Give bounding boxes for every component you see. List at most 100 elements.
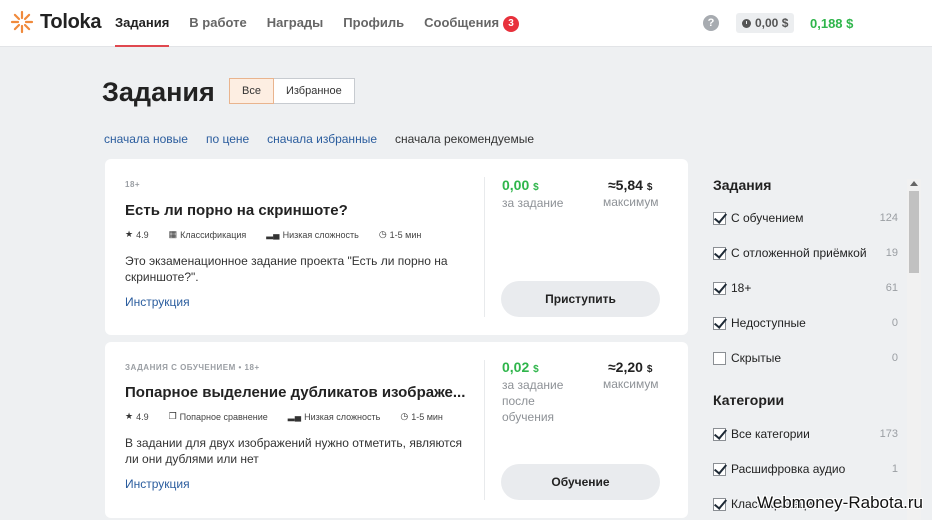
checkbox-unchecked[interactable] — [713, 351, 726, 365]
checkbox-checked[interactable] — [713, 316, 726, 330]
task-max: ≈2,20 $ — [608, 359, 652, 375]
task-category-value: Классификация — [180, 229, 247, 240]
task-difficulty-value: Низкая сложность — [304, 411, 381, 422]
task-max-label: максимум — [603, 377, 659, 391]
task-category: ▦ Классификация — [169, 229, 257, 240]
category-label: Расшифровка аудио — [731, 462, 846, 476]
card-divider — [484, 177, 485, 317]
nav-messages[interactable]: Сообщения 3 — [424, 0, 520, 47]
top-header: Toloka Задания В работе Награды Профиль … — [0, 0, 932, 47]
task-price-currency: $ — [533, 364, 539, 375]
task-max-value: ≈2,20 — [608, 359, 643, 375]
task-tags: ЗАДАНИЯ С ОБУЧЕНИЕМ • 18+ — [125, 363, 260, 372]
main-nav: Задания В работе Награды Профиль Сообщен… — [115, 0, 539, 47]
task-title[interactable]: Есть ли порно на скриншоте? — [125, 202, 348, 219]
category-label: Все категории — [731, 427, 810, 441]
logo-text: Toloka — [40, 10, 102, 33]
task-max-value: ≈5,84 — [608, 177, 643, 193]
copy-icon: ❐ — [168, 411, 177, 421]
category-count: 1 — [891, 463, 898, 475]
scroll-thumb[interactable] — [909, 191, 919, 273]
task-card[interactable]: ЗАДАНИЯ С ОБУЧЕНИЕМ • 18+ Попарное выдел… — [105, 342, 688, 518]
filter-adult[interactable]: 18+ 61 — [713, 279, 898, 297]
pending-balance-value: 0,00 $ — [755, 16, 789, 30]
task-price-label: за задание после обучения — [502, 378, 564, 424]
category-audio-transcription[interactable]: Расшифровка аудио 1 — [713, 460, 898, 478]
categories-heading: Категории — [713, 392, 785, 408]
clock-icon: ◷ — [378, 229, 387, 239]
checkbox-checked[interactable] — [713, 497, 726, 511]
filter-delayed-acceptance[interactable]: С отложенной приёмкой 19 — [713, 244, 898, 262]
task-max-label: максимум — [603, 195, 659, 209]
checkbox-checked[interactable] — [713, 427, 726, 441]
filter-toggle: Все Избранное — [229, 78, 355, 104]
task-difficulty: ▂▄ Низкая сложность — [266, 229, 369, 240]
sort-newest[interactable]: сначала новые — [104, 132, 188, 146]
task-rating: ★ 4.9 — [125, 229, 159, 240]
filter-label: Недоступные — [731, 316, 806, 330]
task-duration: ◷ 1-5 мин — [400, 411, 453, 422]
task-meta: ★ 4.9 ▦ Классификация ▂▄ Низкая сложность ◷… — [125, 229, 441, 240]
checkbox-checked[interactable] — [713, 211, 726, 225]
nav-rewards[interactable]: Награды — [267, 0, 324, 47]
task-difficulty: ▂▄ Низкая сложность — [288, 411, 391, 422]
filter-count: 19 — [885, 247, 898, 259]
task-category: ❐ Попарное сравнение — [169, 411, 278, 422]
nav-profile[interactable]: Профиль — [343, 0, 404, 47]
clock-icon: ◷ — [400, 411, 409, 421]
task-duration-value: 1-5 мин — [411, 411, 443, 422]
task-title[interactable]: Попарное выделение дубликатов изображе..… — [125, 384, 465, 401]
start-button[interactable]: Приступить — [501, 281, 660, 317]
checkbox-checked[interactable] — [713, 281, 726, 295]
task-price-label: за задание — [502, 196, 564, 210]
filter-with-training[interactable]: С обучением 124 — [713, 209, 898, 227]
task-price: 0,00 $ — [502, 177, 539, 193]
nav-messages-label: Сообщения — [424, 15, 500, 30]
task-duration: ◷ 1-5 мин — [379, 229, 432, 240]
page-title: Задания — [102, 77, 215, 107]
filter-all[interactable]: Все — [229, 78, 274, 104]
star-icon: ★ — [125, 229, 134, 239]
sort-price[interactable]: по цене — [206, 132, 249, 146]
filter-hidden[interactable]: Скрытые 0 — [713, 349, 898, 367]
task-instruction-link[interactable]: Инструкция — [125, 295, 190, 309]
task-max-currency: $ — [646, 364, 653, 375]
filter-favorites[interactable]: Избранное — [273, 78, 355, 104]
sidebar-scrollbar[interactable] — [907, 179, 921, 520]
clock-icon — [742, 18, 751, 28]
watermark-text: Webmoney-Rabota.ru — [757, 493, 923, 512]
star-icon: ★ — [125, 411, 134, 421]
checkbox-checked[interactable] — [713, 462, 726, 476]
task-category-value: Попарное сравнение — [179, 411, 268, 422]
task-description: В задании для двух изображений нужно отм… — [125, 436, 463, 466]
bars-icon: ▂▄ — [266, 229, 280, 239]
available-balance[interactable]: 0,188 $ — [810, 16, 853, 31]
filter-unavailable[interactable]: Недоступные 0 — [713, 314, 898, 332]
task-difficulty-value: Низкая сложность — [282, 229, 359, 240]
task-price-value: 0,00 — [502, 177, 530, 193]
nav-tasks[interactable]: Задания — [115, 0, 170, 47]
scroll-up-arrow-icon[interactable] — [910, 181, 918, 186]
task-rating-value: 4.9 — [136, 411, 149, 422]
toloka-logo[interactable]: Toloka — [10, 10, 101, 34]
sort-recommended[interactable]: сначала рекомендуемые — [395, 132, 534, 146]
task-price: 0,02 $ — [502, 359, 539, 375]
checkbox-checked[interactable] — [713, 246, 726, 260]
filter-label: С отложенной приёмкой — [731, 246, 867, 260]
card-divider — [484, 360, 485, 500]
task-max: ≈5,84 $ — [608, 177, 652, 193]
sort-favorites-first[interactable]: сначала избранные — [267, 132, 377, 146]
task-price-currency: $ — [533, 182, 539, 193]
category-all[interactable]: Все категории 173 — [713, 425, 898, 443]
task-instruction-link[interactable]: Инструкция — [125, 477, 190, 491]
task-price-value: 0,02 — [502, 359, 530, 375]
training-button[interactable]: Обучение — [501, 464, 660, 500]
help-icon[interactable]: ? — [703, 15, 719, 31]
pending-balance[interactable]: 0,00 $ — [736, 13, 795, 33]
task-card[interactable]: 18+ Есть ли порно на скриншоте? ★ 4.9 ▦ Кл… — [105, 159, 688, 335]
filter-label: 18+ — [731, 281, 752, 295]
task-tags: 18+ — [125, 180, 141, 189]
task-duration-value: 1-5 мин — [389, 229, 422, 240]
tasks-filter-heading: Задания — [713, 177, 772, 193]
nav-in-progress[interactable]: В работе — [189, 0, 246, 47]
